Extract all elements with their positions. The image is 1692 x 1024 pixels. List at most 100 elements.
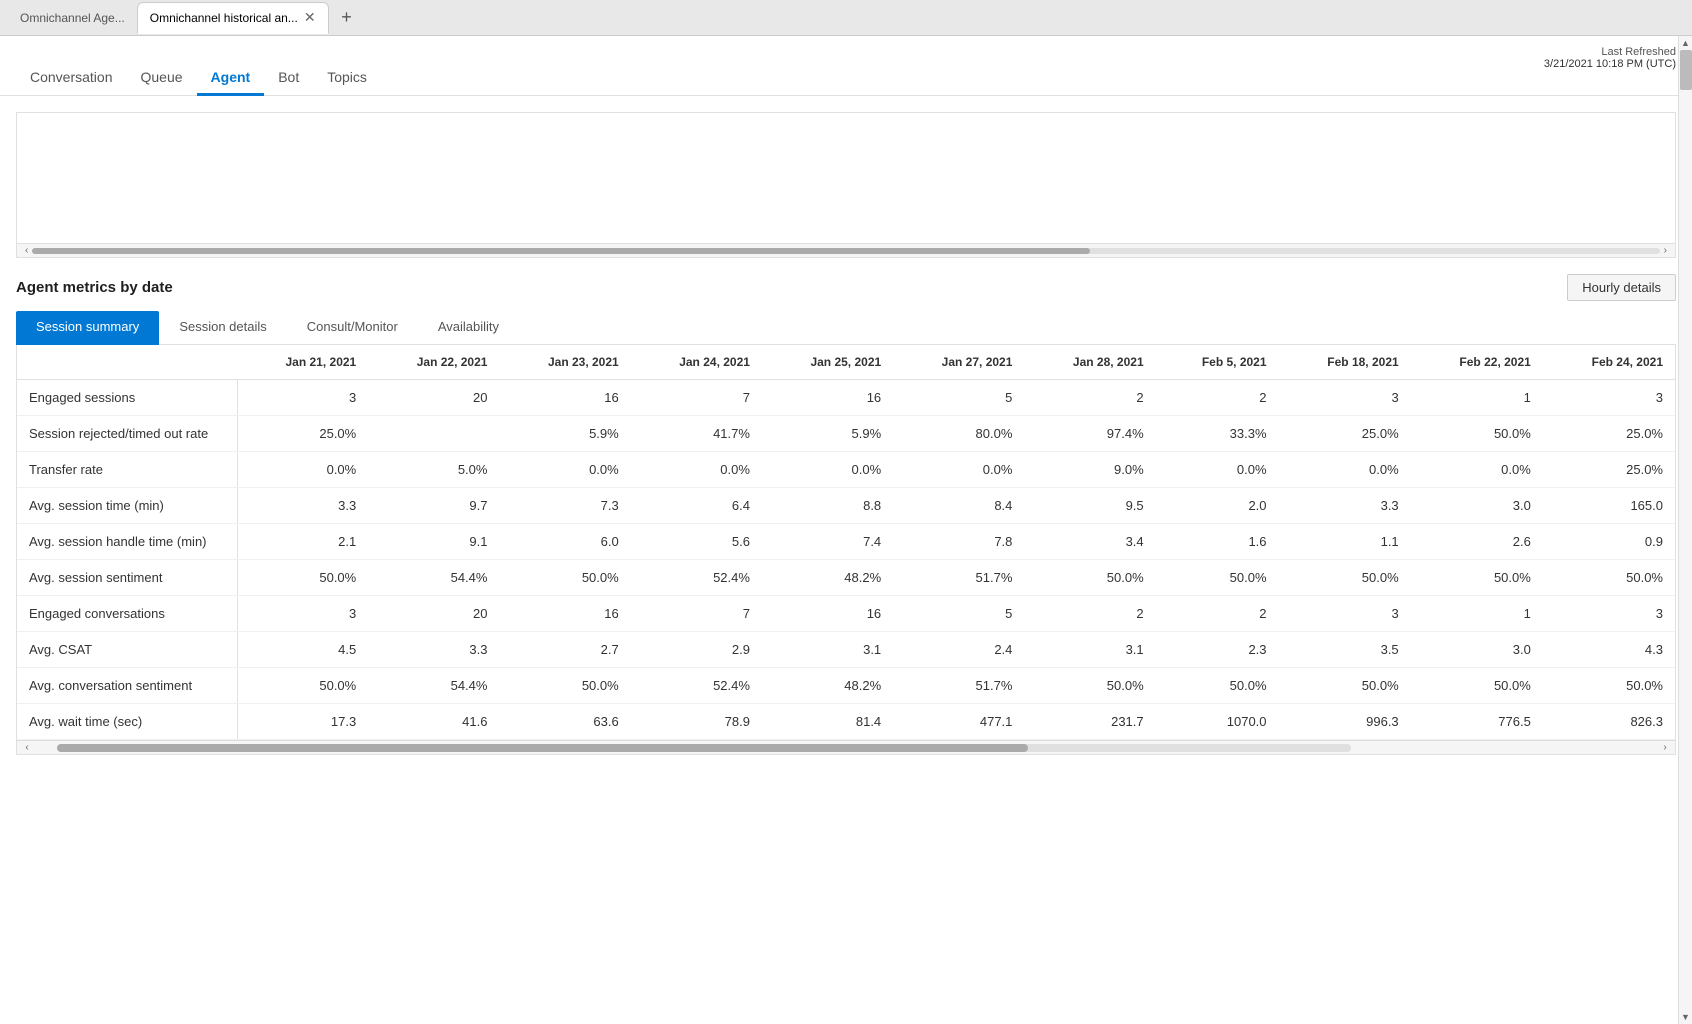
metric-value: 25.0%: [1543, 416, 1675, 452]
metric-value: 7.8: [893, 524, 1024, 560]
browser-tab-bar: Omnichannel Age... Omnichannel historica…: [0, 0, 1692, 36]
metric-value: 1: [1411, 596, 1543, 632]
metric-value: [368, 416, 499, 452]
metric-value: 6.4: [631, 488, 762, 524]
tab-1[interactable]: Omnichannel Age...: [8, 2, 137, 34]
nav-topics[interactable]: Topics: [313, 61, 381, 96]
close-tab-icon[interactable]: ✕: [304, 9, 316, 26]
metric-value: 7.3: [499, 488, 630, 524]
tab-session-details[interactable]: Session details: [159, 311, 286, 345]
metric-value: 33.3%: [1156, 416, 1279, 452]
table-scroll-left-arrow[interactable]: ‹: [17, 742, 37, 753]
metric-value: 4.3: [1543, 632, 1675, 668]
metric-value: 17.3: [237, 704, 368, 740]
metric-value: 41.7%: [631, 416, 762, 452]
tab-2-label: Omnichannel historical an...: [150, 11, 298, 25]
table-row: Avg. wait time (sec)17.341.663.678.981.4…: [17, 704, 1675, 740]
scroll-thumb: [1680, 50, 1692, 90]
tab-2[interactable]: Omnichannel historical an... ✕: [137, 2, 329, 34]
metric-value: 63.6: [499, 704, 630, 740]
metric-label: Avg. wait time (sec): [17, 704, 237, 740]
metric-value: 2.0: [1156, 488, 1279, 524]
metric-label: Avg. CSAT: [17, 632, 237, 668]
metric-value: 3: [1279, 596, 1411, 632]
metrics-header: Agent metrics by date Hourly details: [16, 274, 1676, 301]
metric-value: 2: [1024, 380, 1155, 416]
metric-value: 6.0: [499, 524, 630, 560]
horizontal-scroll-thumb: [32, 248, 1090, 254]
table-row: Avg. conversation sentiment50.0%54.4%50.…: [17, 668, 1675, 704]
table-row: Engaged sessions32016716522313: [17, 380, 1675, 416]
hourly-details-button[interactable]: Hourly details: [1567, 274, 1676, 301]
col-header-feb22: Feb 22, 2021: [1411, 345, 1543, 380]
tab-1-label: Omnichannel Age...: [20, 11, 125, 25]
metric-value: 3.1: [762, 632, 893, 668]
metric-value: 0.0%: [631, 452, 762, 488]
metrics-table-container[interactable]: Jan 21, 2021 Jan 22, 2021 Jan 23, 2021 J…: [16, 345, 1676, 755]
horizontal-scroll-track[interactable]: [32, 248, 1659, 254]
tab-availability[interactable]: Availability: [418, 311, 519, 345]
metric-value: 7.4: [762, 524, 893, 560]
tab-session-summary-label: Session summary: [36, 319, 139, 334]
last-refreshed-label: Last Refreshed: [1544, 46, 1676, 58]
metric-value: 50.0%: [1543, 668, 1675, 704]
scroll-up-arrow[interactable]: ▲: [1679, 36, 1692, 50]
scroll-down-arrow[interactable]: ▼: [1679, 1010, 1692, 1024]
col-header-metric: [17, 345, 237, 380]
metric-value: 54.4%: [368, 560, 499, 596]
tab-session-summary[interactable]: Session summary: [16, 311, 159, 345]
metric-value: 477.1: [893, 704, 1024, 740]
table-scroll-track[interactable]: [37, 741, 1655, 755]
metric-value: 776.5: [1411, 704, 1543, 740]
metric-label: Engaged conversations: [17, 596, 237, 632]
metric-value: 3.1: [1024, 632, 1155, 668]
metric-value: 2.6: [1411, 524, 1543, 560]
nav-agent[interactable]: Agent: [197, 61, 265, 96]
metric-value: 3.3: [237, 488, 368, 524]
metric-value: 8.8: [762, 488, 893, 524]
scroll-right-arrow[interactable]: ›: [1660, 245, 1671, 256]
table-row: Avg. session handle time (min)2.19.16.05…: [17, 524, 1675, 560]
metric-value: 0.0%: [499, 452, 630, 488]
scroll-track[interactable]: [1679, 50, 1692, 1010]
new-tab-icon: +: [341, 7, 352, 28]
metric-value: 78.9: [631, 704, 762, 740]
metric-value: 41.6: [368, 704, 499, 740]
metric-value: 3: [1279, 380, 1411, 416]
top-nav: Conversation Queue Agent Bot Topics Last…: [0, 36, 1692, 96]
col-header-feb24: Feb 24, 2021: [1543, 345, 1675, 380]
metric-value: 16: [499, 596, 630, 632]
page-scrollbar[interactable]: ▲ ▼: [1678, 36, 1692, 1024]
col-header-jan24: Jan 24, 2021: [631, 345, 762, 380]
nav-bot[interactable]: Bot: [264, 61, 313, 96]
metric-value: 50.0%: [1411, 560, 1543, 596]
table-scroll-right-arrow[interactable]: ›: [1655, 742, 1675, 753]
metric-value: 5: [893, 596, 1024, 632]
metric-value: 3.4: [1024, 524, 1155, 560]
metric-value: 51.7%: [893, 668, 1024, 704]
metric-value: 0.0%: [1411, 452, 1543, 488]
metric-value: 5.0%: [368, 452, 499, 488]
new-tab-button[interactable]: +: [333, 4, 361, 32]
metric-value: 50.0%: [1024, 668, 1155, 704]
metric-value: 50.0%: [1024, 560, 1155, 596]
tab-consult-monitor[interactable]: Consult/Monitor: [287, 311, 418, 345]
table-scroll-inner: [57, 744, 1351, 752]
metric-value: 3: [237, 380, 368, 416]
nav-conversation[interactable]: Conversation: [16, 61, 127, 96]
metric-value: 0.9: [1543, 524, 1675, 560]
metric-value: 1070.0: [1156, 704, 1279, 740]
scroll-left-arrow[interactable]: ‹: [21, 245, 32, 256]
metric-value: 16: [762, 596, 893, 632]
nav-queue[interactable]: Queue: [127, 61, 197, 96]
metric-value: 1: [1411, 380, 1543, 416]
metric-value: 3.3: [1279, 488, 1411, 524]
metric-value: 5.9%: [499, 416, 630, 452]
metric-value: 2: [1024, 596, 1155, 632]
metric-value: 50.0%: [1156, 560, 1279, 596]
table-bottom-scroll[interactable]: ‹ ›: [17, 740, 1675, 754]
metric-value: 5: [893, 380, 1024, 416]
metric-value: 2.1: [237, 524, 368, 560]
metric-value: 50.0%: [1156, 668, 1279, 704]
metric-label: Avg. session sentiment: [17, 560, 237, 596]
